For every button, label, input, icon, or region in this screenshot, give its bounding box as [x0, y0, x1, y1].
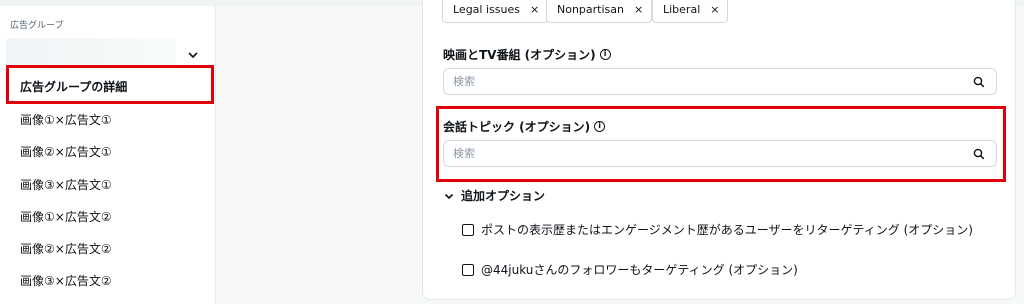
info-icon[interactable]: i [594, 121, 606, 132]
remove-tag-icon[interactable]: × [634, 3, 643, 16]
retargeting-checkbox[interactable] [462, 224, 474, 236]
info-icon[interactable]: i [599, 49, 611, 60]
retargeting-option: ポストの表示歴またはエンゲージメント歴があるユーザーをリターゲティング (オプシ… [462, 222, 982, 256]
tag-label: Nonpartisan [557, 3, 624, 16]
retargeting-option-label: ポストの表示歴またはエンゲージメント歴があるユーザーをリターゲティング (オプシ… [481, 223, 973, 237]
sidebar-item-label: 広告グループの詳細 [20, 80, 128, 94]
conversation-topics-label-text: 会話トピック (オプション) [443, 120, 591, 134]
sidebar-section-title: 広告グループ [10, 21, 64, 31]
search-icon [973, 76, 985, 88]
ad-group-select[interactable] [6, 38, 204, 68]
sidebar-item-ad[interactable]: 画像②×広告文① [20, 143, 112, 160]
conversation-topics-label: 会話トピック (オプション) i [443, 118, 606, 135]
tag-label: Liberal [663, 3, 701, 16]
selected-tag: Nonpartisan × [546, 0, 653, 23]
remove-tag-icon[interactable]: × [530, 3, 539, 16]
additional-options-label: 追加オプション [461, 189, 546, 203]
follower-targeting-option: @44jukuさんのフォロワーもターゲティング (オプション) [462, 262, 982, 280]
ad-group-name-redacted [6, 38, 176, 66]
additional-options-toggle[interactable]: 追加オプション [443, 187, 545, 204]
movies-tv-search-input[interactable] [444, 69, 944, 94]
search-icon [973, 148, 985, 160]
sidebar-item-ad[interactable]: 画像②×広告文② [20, 240, 112, 257]
movies-tv-label-text: 映画とTV番組 (オプション) [443, 48, 596, 62]
sidebar-item-ad[interactable]: 画像①×広告文① [20, 111, 112, 128]
chevron-down-icon [188, 52, 198, 59]
remove-tag-icon[interactable]: × [710, 3, 719, 16]
movies-tv-label: 映画とTV番組 (オプション) i [443, 46, 611, 63]
tag-label: Legal issues [453, 3, 520, 16]
sidebar-item-ad-group-details[interactable]: 広告グループの詳細 [6, 65, 214, 104]
conversation-topics-search-input[interactable] [444, 141, 944, 166]
sidebar-item-ad[interactable]: 画像①×広告文② [20, 208, 112, 225]
follower-targeting-option-label: @44jukuさんのフォロワーもターゲティング (オプション) [481, 263, 798, 277]
selected-tag: Liberal × [652, 0, 729, 23]
selected-tag: Legal issues × [442, 0, 549, 23]
chevron-down-icon [444, 193, 454, 199]
conversation-topics-search [443, 140, 997, 167]
movies-tv-search [443, 68, 997, 95]
sidebar-item-ad[interactable]: 画像③×広告文① [20, 176, 112, 193]
sidebar-item-ad[interactable]: 画像③×広告文② [20, 272, 112, 289]
follower-targeting-checkbox[interactable] [462, 264, 474, 276]
